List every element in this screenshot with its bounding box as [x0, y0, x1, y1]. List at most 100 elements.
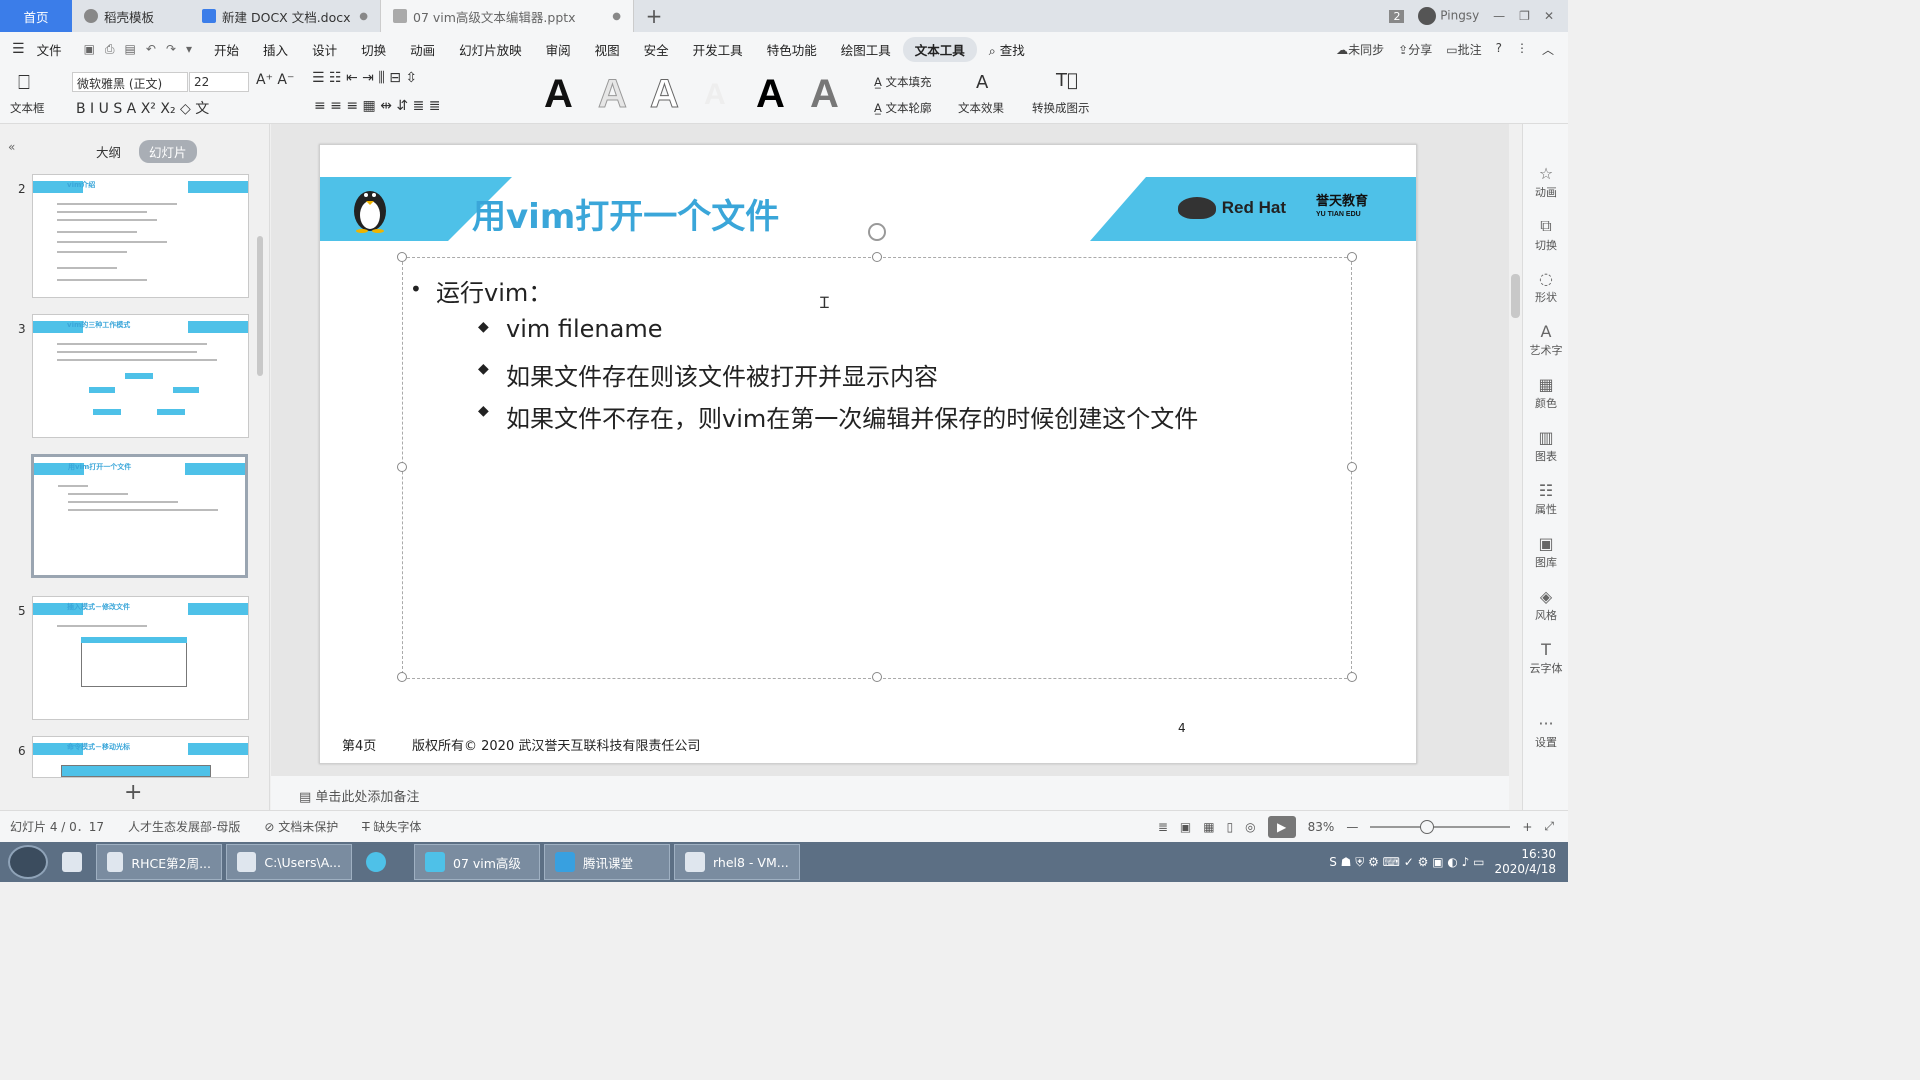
sub-bullet-item[interactable]: ◆ 如果文件存在则该文件被打开并显示内容 [478, 357, 938, 392]
slide-thumbnail[interactable]: vim介绍 [32, 174, 249, 298]
menu-item[interactable]: 审阅 [534, 40, 583, 59]
panel-transition[interactable]: ⧉ 切换 [1523, 216, 1569, 253]
slide-thumbnail[interactable]: 命令模式－移动光标 [32, 736, 249, 778]
resize-handle[interactable] [397, 252, 407, 262]
redo-icon[interactable]: ↷ [166, 42, 176, 57]
resize-handle[interactable] [872, 252, 882, 262]
text-outline-button[interactable]: A̲ 文本轮廓 [874, 100, 932, 116]
protect-status[interactable]: ⊘ 文档未保护 [264, 818, 338, 835]
convert-button[interactable]: 转换成图示 [1032, 100, 1090, 116]
taskbar-item[interactable]: C:\Users\A... [226, 844, 352, 880]
tab-home[interactable]: 首页 [0, 0, 72, 32]
menu-item[interactable]: 特色功能 [755, 40, 829, 59]
menu-item[interactable]: 插入 [251, 40, 300, 59]
text-effect-button[interactable]: 文本效果 [958, 100, 1004, 116]
align-icons[interactable]: ≡ ≡ ≡ ▦ ⇹ ⇵ ≣ ≣ [314, 98, 441, 114]
slide-title[interactable]: 用vim打开一个文件 [472, 189, 779, 238]
play-button[interactable]: ▶ [1267, 815, 1296, 838]
tab-pptx[interactable]: 07 vim高级文本编辑器.pptx ● [380, 0, 634, 32]
slide-thumbnail[interactable]: 插入模式－修改文件 [32, 596, 249, 720]
fit-icon[interactable]: ⤢ [1544, 819, 1554, 834]
clock[interactable]: 16:30 2020/4/18 [1494, 847, 1556, 877]
preview-icon[interactable]: ▤ [125, 42, 136, 57]
sync-button[interactable]: ☁未同步 [1336, 41, 1384, 58]
save-icon[interactable]: ▣ [84, 42, 95, 57]
tab-slides[interactable]: 幻灯片 [139, 140, 197, 163]
more-icon[interactable]: ⋮ [1516, 41, 1528, 58]
search-button[interactable]: ⌕ 查找 [977, 40, 1037, 59]
taskbar-item[interactable]: 腾讯课堂 [544, 844, 670, 880]
chevron-down-icon[interactable]: ▾ [186, 42, 192, 57]
zoom-knob[interactable] [1420, 819, 1435, 834]
zoom-in-icon[interactable]: + [1522, 820, 1532, 834]
new-tab-button[interactable]: + [634, 0, 674, 32]
grow-font-icon[interactable]: A⁺ A⁻ [256, 72, 294, 88]
panel-gallery[interactable]: ▣ 图库 [1523, 534, 1569, 570]
taskbar-app-icon[interactable] [52, 844, 92, 880]
slide-thumbnail-selected[interactable]: 用vim打开一个文件 [31, 454, 248, 578]
menu-item[interactable]: 动画 [398, 40, 447, 59]
font-size-select[interactable]: 22 [189, 72, 249, 92]
menu-item[interactable]: 开发工具 [681, 40, 755, 59]
tab-docx[interactable]: 新建 DOCX 文档.docx ● [190, 0, 380, 32]
taskbar-app-icon[interactable] [356, 844, 410, 880]
scroll-thumb[interactable] [1511, 274, 1520, 318]
start-button[interactable] [8, 845, 48, 879]
zoom-out-icon[interactable]: — [1346, 820, 1358, 834]
text-fill-button[interactable]: A̲ 文本填充 [874, 74, 932, 90]
sorter-view-icon[interactable]: ▦ [1203, 820, 1214, 834]
undo-icon[interactable]: ↶ [146, 42, 156, 57]
resize-handle[interactable] [1347, 672, 1357, 682]
comment-button[interactable]: ▭批注 [1446, 41, 1481, 58]
print-icon[interactable]: ⎙ [105, 42, 115, 57]
panel-shape[interactable]: ◌ 形状 [1523, 269, 1569, 305]
text-style-icon[interactable]: A [598, 72, 628, 117]
menu-item[interactable]: 绘图工具 [829, 40, 903, 59]
zoom-value[interactable]: 83% [1308, 820, 1335, 834]
presenter-icon[interactable]: ◎ [1245, 820, 1255, 834]
notes-toggle-icon[interactable]: ≣ [1158, 820, 1168, 834]
minimize-icon[interactable]: — [1493, 9, 1505, 23]
panel-color[interactable]: ▦ 颜色 [1523, 375, 1569, 411]
taskbar-item[interactable]: RHCE第2周... [96, 844, 222, 880]
close-icon[interactable]: ● [359, 11, 368, 22]
zoom-slider[interactable] [1370, 819, 1511, 834]
panel-cloud-font[interactable]: T 云字体 [1523, 640, 1569, 676]
text-style-icon[interactable]: A [544, 72, 573, 117]
rotate-handle[interactable] [868, 223, 886, 241]
tray-icons[interactable]: S ☗ ⛨ ⚙ ⌨ ✓ ⚙ ▣ ◐ ♪ ▭ [1329, 855, 1484, 870]
text-style-icon[interactable]: A [704, 78, 726, 112]
missing-font[interactable]: T̶ 缺失字体 [362, 818, 421, 835]
text-style-icon[interactable]: A [756, 72, 785, 117]
resize-handle[interactable] [872, 672, 882, 682]
bullet-item[interactable]: • 运行vim： [410, 273, 552, 308]
restore-icon[interactable]: ❐ [1519, 9, 1530, 23]
bullets-icon[interactable]: ☰ ☷ ⇤ ⇥ ⫼ ⊟ ⇳ [312, 70, 417, 86]
share-button[interactable]: ⇪分享 [1398, 41, 1432, 58]
panel-wordart[interactable]: A 艺术字 [1523, 322, 1569, 358]
resize-handle[interactable] [397, 672, 407, 682]
taskbar-item[interactable]: 07 vim高级 [414, 844, 540, 880]
tab-docer-template[interactable]: 稻壳模板 [72, 0, 190, 32]
taskbar-item[interactable]: rhel8 - VM... [674, 844, 800, 880]
panel-animation[interactable]: ☆ 动画 [1523, 164, 1569, 200]
panel-scrollbar[interactable] [257, 236, 263, 376]
menu-item[interactable]: 设计 [300, 40, 349, 59]
menu-file[interactable]: 文件 [25, 40, 74, 59]
notes-area[interactable]: ▤ 单击此处添加备注 [271, 776, 1509, 810]
menu-item[interactable]: 视图 [583, 40, 632, 59]
resize-handle[interactable] [397, 462, 407, 472]
text-style-icon[interactable]: A [650, 72, 680, 117]
menu-text-tools[interactable]: 文本工具 [902, 36, 977, 62]
reading-view-icon[interactable]: ▯ [1227, 820, 1234, 834]
sub-bullet-item[interactable]: ◆ vim filename [478, 315, 663, 343]
canvas-scrollbar[interactable] [1509, 124, 1522, 776]
user[interactable]: Pingsy [1418, 7, 1479, 25]
menu-item[interactable]: 幻灯片放映 [447, 40, 534, 59]
close-icon[interactable]: ● [612, 11, 621, 22]
tab-outline[interactable]: 大纲 [86, 140, 131, 163]
text-style-icon[interactable]: A [810, 72, 839, 117]
resize-handle[interactable] [1347, 462, 1357, 472]
slide-thumbnail[interactable]: vim的三种工作模式 [32, 314, 249, 438]
panel-style[interactable]: ◈ 风格 [1523, 587, 1569, 623]
